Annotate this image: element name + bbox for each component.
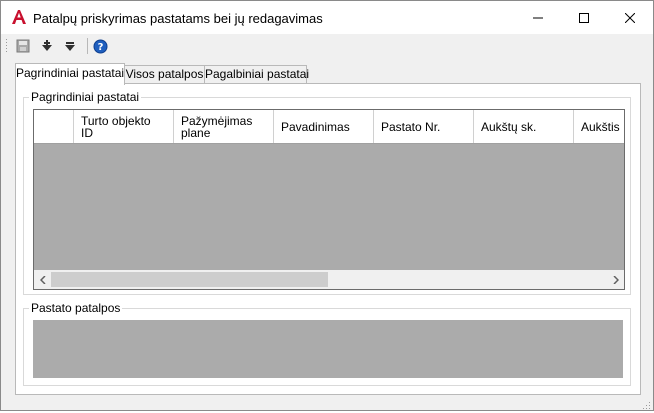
tab-label: Pagrindiniai pastatai	[16, 66, 125, 80]
grid-header: Turto objekto ID Pažymėjimas plane Pavad…	[34, 110, 624, 144]
toolbar: ?	[1, 34, 653, 58]
maximize-button[interactable]	[561, 1, 607, 34]
building-rooms-list[interactable]	[33, 320, 623, 378]
tab-label: Pagalbiniai pastatai	[205, 67, 310, 81]
save-icon	[16, 39, 30, 53]
minimize-button[interactable]	[515, 1, 561, 34]
column-header-pastato-nr[interactable]: Pastato Nr.	[374, 110, 474, 143]
add-row-icon	[42, 40, 52, 51]
column-header-turto-objekto-id[interactable]: Turto objekto ID	[74, 110, 174, 143]
help-button[interactable]: ?	[91, 37, 109, 55]
remove-row-icon	[65, 42, 75, 51]
horizontal-scrollbar[interactable]	[34, 270, 624, 289]
tab-pagalbiniai-pastatai[interactable]: Pagalbiniai pastatai	[204, 65, 310, 84]
autocad-a-icon	[11, 9, 27, 25]
toolbar-grip-icon[interactable]	[5, 38, 8, 54]
save-button[interactable]	[14, 37, 32, 55]
close-icon	[625, 12, 635, 23]
scrollbar-thumb[interactable]	[51, 272, 328, 287]
toolbar-separator	[87, 38, 88, 54]
maximize-icon	[579, 12, 589, 23]
main-buildings-legend: Pagrindiniai pastatai	[29, 90, 142, 104]
minimize-icon	[533, 17, 543, 18]
building-rooms-legend: Pastato patalpos	[29, 301, 123, 315]
column-header-aukstis[interactable]: Aukštis	[574, 110, 624, 143]
add-row-button[interactable]	[38, 37, 56, 55]
close-button[interactable]	[607, 1, 653, 34]
remove-row-button[interactable]	[61, 37, 79, 55]
title-bar[interactable]: Patalpų priskyrimas pastatams bei jų red…	[1, 1, 653, 34]
tab-pagrindiniai-pastatai[interactable]: Pagrindiniai pastatai	[15, 63, 125, 85]
scroll-left-icon[interactable]	[34, 270, 51, 289]
column-header-aukstu-sk[interactable]: Aukštų sk.	[474, 110, 574, 143]
buildings-grid[interactable]: Turto objekto ID Pažymėjimas plane Pavad…	[33, 109, 625, 290]
dialog-window: Patalpų priskyrimas pastatams bei jų red…	[0, 0, 654, 411]
svg-text:?: ?	[97, 42, 103, 53]
help-icon: ?	[93, 39, 107, 53]
tab-label: Visos patalpos	[125, 67, 204, 81]
column-header-pazymejimas-plane[interactable]: Pažymėjimas plane	[174, 110, 274, 143]
tab-visos-patalpos[interactable]: Visos patalpos	[124, 65, 205, 84]
scroll-right-icon[interactable]	[607, 270, 624, 289]
row-header-column[interactable]	[34, 110, 74, 143]
window-title: Patalpų priskyrimas pastatams bei jų red…	[33, 11, 323, 26]
column-header-pavadinimas[interactable]: Pavadinimas	[274, 110, 374, 143]
